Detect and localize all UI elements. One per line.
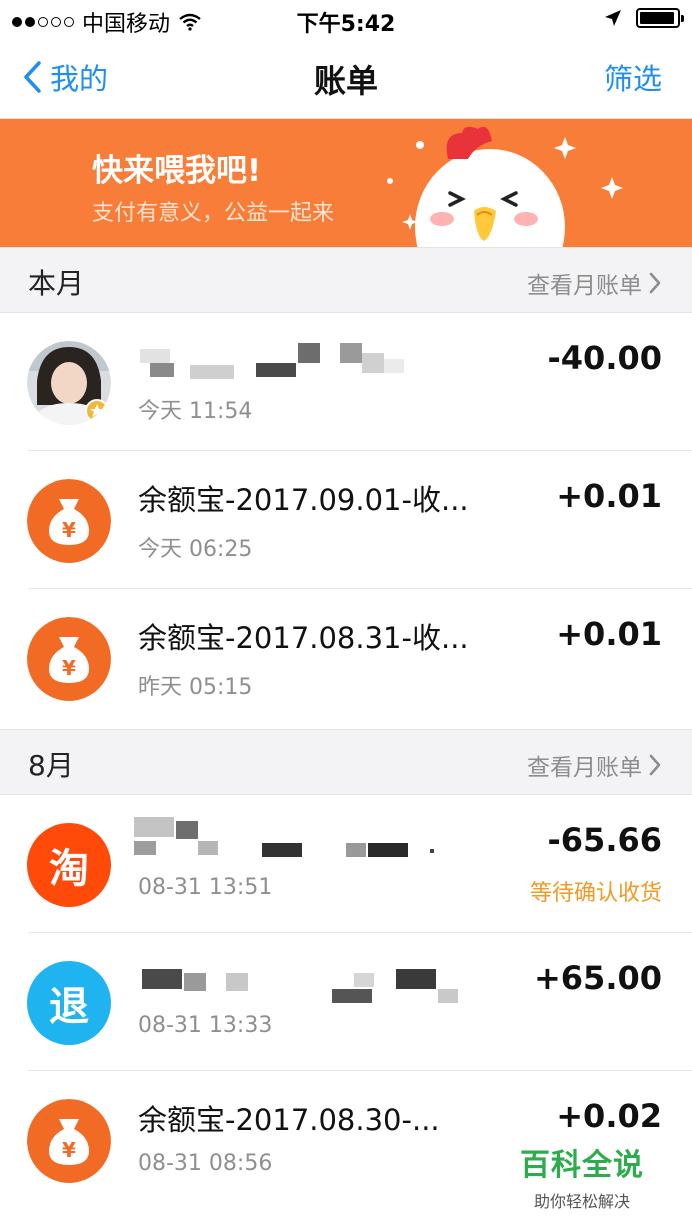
watermark: 百科全说 助你轻松解决 xyxy=(520,1140,644,1212)
transaction-amount: -65.66 xyxy=(547,821,663,859)
transaction-row[interactable]: 退 08-31 13:33 +65.00 xyxy=(0,933,692,1071)
transaction-row[interactable]: ¥ 余额宝-2017.09.01-收... 今天 06:25 +0.01 xyxy=(0,451,692,589)
refund-icon: 退 xyxy=(27,961,111,1045)
money-bag-icon: ¥ xyxy=(27,1099,111,1183)
status-bar: 中国移动 下午5:42 xyxy=(0,0,692,38)
clock: 下午5:42 xyxy=(296,12,396,37)
svg-text:¥: ¥ xyxy=(62,1138,76,1162)
page-title: 账单 xyxy=(313,62,378,100)
transaction-row[interactable]: 今天 11:54 -40.00 xyxy=(0,313,692,451)
location-arrow-icon xyxy=(605,10,621,26)
battery-icon xyxy=(636,8,684,28)
view-monthly-bill-label: 查看月账单 xyxy=(527,273,642,299)
banner-headline: 快来喂我吧! xyxy=(92,153,262,189)
svg-text:¥: ¥ xyxy=(62,656,76,680)
transaction-name: 余额宝-2017.09.01-收... xyxy=(138,483,469,517)
section-header-this-month: 本月 查看月账单 xyxy=(0,247,692,313)
transaction-amount: +0.02 xyxy=(556,1097,662,1135)
transaction-time: 昨天 05:15 xyxy=(138,675,253,700)
transaction-time: 今天 06:25 xyxy=(138,537,253,562)
filter-button[interactable]: 筛选 xyxy=(604,56,662,98)
transaction-time: 08-31 13:33 xyxy=(138,1013,273,1038)
avatar xyxy=(27,341,111,425)
money-bag-icon: ¥ xyxy=(27,479,111,563)
svg-text:¥: ¥ xyxy=(62,518,76,542)
charity-banner[interactable]: 快来喂我吧! 支付有意义，公益一起来 xyxy=(0,119,692,247)
transaction-amount: -40.00 xyxy=(547,339,663,377)
transaction-time: 08-31 08:56 xyxy=(138,1151,273,1176)
transaction-amount: +65.00 xyxy=(533,959,662,997)
watermark-tagline: 助你轻松解决 xyxy=(533,1192,630,1211)
chevron-right-icon xyxy=(649,272,661,294)
transaction-time: 08-31 13:51 xyxy=(138,875,273,900)
money-bag-icon: ¥ xyxy=(27,617,111,701)
transaction-name: 余额宝-2017.08.30-... xyxy=(138,1103,440,1137)
transaction-row[interactable]: 淘 08-31 13:51 -65.66 等待确认收货 xyxy=(0,795,692,933)
view-monthly-bill-label: 查看月账单 xyxy=(527,755,642,781)
transaction-row[interactable]: ¥ 余额宝-2017.08.31-收... 昨天 05:15 +0.01 xyxy=(0,589,692,727)
taobao-icon: 淘 xyxy=(27,823,111,907)
view-monthly-bill-link[interactable]: 查看月账单 xyxy=(527,748,662,782)
transaction-time: 今天 11:54 xyxy=(138,399,253,424)
watermark-brand: 百科全说 xyxy=(520,1148,644,1183)
chevron-right-icon xyxy=(649,754,661,776)
view-monthly-bill-link[interactable]: 查看月账单 xyxy=(527,266,662,300)
section-header-august: 8月 查看月账单 xyxy=(0,729,692,795)
section-label: 8月 xyxy=(28,749,74,782)
pending-status-badge: 等待确认收货 xyxy=(529,881,662,906)
transaction-amount: +0.01 xyxy=(556,477,662,515)
transaction-amount: +0.01 xyxy=(556,615,662,653)
chicken-mascot-icon xyxy=(387,126,623,247)
transaction-name: 余额宝-2017.08.31-收... xyxy=(138,621,469,655)
banner-subline: 支付有意义，公益一起来 xyxy=(92,201,335,226)
navigation-bar: 我的 账单 筛选 xyxy=(0,38,692,119)
section-label: 本月 xyxy=(28,267,85,300)
